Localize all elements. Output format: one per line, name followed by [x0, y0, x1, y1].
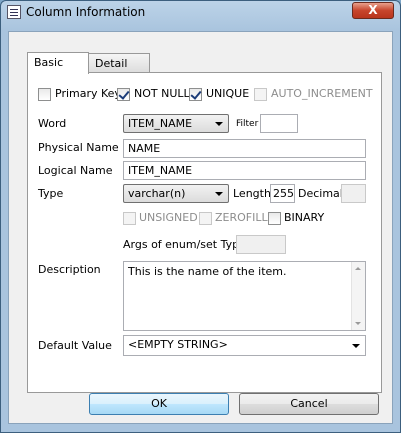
type-select[interactable]: varchar(n) [123, 184, 229, 203]
default-value-combo[interactable]: <EMPTY STRING> [123, 335, 366, 356]
dialog-window: Column Information X Basic Detail Primar… [0, 0, 401, 433]
length-label: Length [233, 187, 271, 200]
ok-button[interactable]: OK [89, 393, 229, 415]
cancel-button[interactable]: Cancel [239, 393, 379, 415]
type-label: Type [38, 187, 64, 200]
app-icon [7, 5, 21, 19]
description-label: Description [38, 263, 101, 276]
filter-input[interactable] [260, 114, 298, 133]
title-bar[interactable]: Column Information X [1, 1, 400, 23]
tab-basic-label: Basic [34, 56, 64, 69]
zerofill-label: ZEROFILL [215, 211, 268, 224]
binary-checkbox[interactable] [268, 212, 281, 225]
physical-name-label: Physical Name [38, 141, 119, 154]
basic-tab-panel: Primary Key NOT NULL UNIQUE AUTO_INCREME… [27, 72, 382, 393]
word-select[interactable]: ITEM_NAME [123, 114, 229, 133]
enum-args-label: Args of enum/set Type [123, 238, 246, 251]
auto-increment-label: AUTO_INCREMENT [271, 87, 373, 100]
enum-args-input[interactable] [236, 235, 286, 254]
not-null-checkbox[interactable] [117, 88, 130, 101]
primary-key-label: Primary Key [55, 87, 121, 100]
auto-increment-checkbox[interactable] [254, 88, 267, 101]
dialog-body: Basic Detail Primary Key NOT NULL UNIQUE… [8, 31, 393, 424]
word-label: Word [38, 117, 67, 130]
chevron-down-icon [352, 344, 360, 348]
description-textarea[interactable]: This is the name of the item. [123, 261, 366, 331]
unique-checkbox[interactable] [189, 88, 202, 101]
unsigned-checkbox[interactable] [123, 212, 136, 225]
tab-detail[interactable]: Detail [88, 53, 150, 73]
description-text: This is the name of the item. [128, 265, 287, 278]
primary-key-checkbox[interactable] [38, 88, 51, 101]
default-value-label: Default Value [38, 339, 112, 352]
type-select-value: varchar(n) [128, 187, 186, 200]
scroll-down-icon[interactable] [355, 322, 361, 325]
physical-name-input[interactable]: NAME [123, 139, 366, 158]
binary-label: BINARY [284, 211, 325, 224]
close-button[interactable]: X [352, 2, 394, 19]
default-value-text: <EMPTY STRING> [128, 338, 228, 351]
tab-basic[interactable]: Basic [27, 52, 89, 74]
word-select-value: ITEM_NAME [128, 117, 193, 130]
description-scrollbar[interactable] [351, 262, 365, 330]
logical-name-label: Logical Name [38, 164, 113, 177]
length-input[interactable]: 255 [270, 184, 295, 203]
unique-label: UNIQUE [206, 87, 250, 100]
filter-label: Filter [236, 119, 259, 129]
window-title: Column Information [26, 5, 146, 19]
logical-name-input[interactable]: ITEM_NAME [123, 161, 366, 180]
chevron-down-icon [215, 122, 223, 126]
decimal-label: Decimal [298, 187, 343, 200]
decimal-input[interactable] [341, 184, 366, 203]
unsigned-label: UNSIGNED [139, 211, 198, 224]
not-null-label: NOT NULL [134, 87, 190, 100]
scroll-up-icon[interactable] [355, 267, 361, 270]
chevron-down-icon [215, 192, 223, 196]
tab-detail-label: Detail [95, 57, 128, 70]
zerofill-checkbox[interactable] [199, 212, 212, 225]
